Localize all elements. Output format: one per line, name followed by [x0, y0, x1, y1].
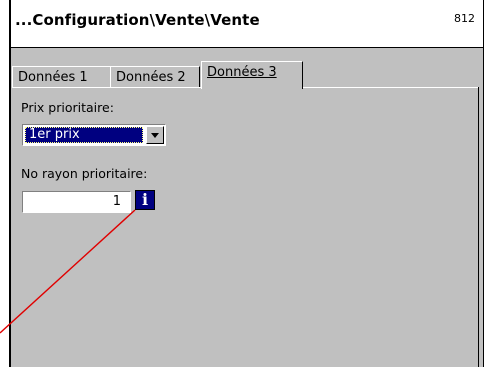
tab-donnees-2[interactable]: Données 2 — [110, 66, 200, 88]
tab-donnees-1-label: Données 1 — [18, 70, 88, 85]
no-rayon-prioritaire-label: No rayon prioritaire: — [21, 166, 148, 181]
tab-donnees-3[interactable]: Données 3 — [201, 61, 303, 89]
tab-donnees-1[interactable]: Données 1 — [12, 66, 111, 88]
prix-prioritaire-label: Prix prioritaire: — [21, 100, 114, 115]
screen-code: 812 — [454, 12, 475, 25]
no-rayon-input[interactable]: 1 — [22, 191, 131, 213]
title-bar: ...Configuration\Vente\Vente 812 — [11, 0, 483, 48]
dropdown-button[interactable] — [146, 126, 164, 144]
window-title: ...Configuration\Vente\Vente — [15, 11, 260, 29]
client-area: Données 1 Données 2 Données 3 Prix prior… — [11, 48, 483, 367]
tab-panel-right-border — [478, 87, 479, 367]
tab-donnees-2-label: Données 2 — [116, 70, 186, 85]
prix-prioritaire-select[interactable]: 1er prix — [22, 124, 166, 146]
tab-donnees-3-label: Données 3 — [207, 65, 277, 80]
info-icon[interactable]: i — [135, 190, 155, 210]
app-window: ...Configuration\Vente\Vente 812 Données… — [9, 0, 484, 367]
chevron-down-icon — [151, 133, 159, 138]
prix-prioritaire-value[interactable]: 1er prix — [25, 127, 143, 143]
